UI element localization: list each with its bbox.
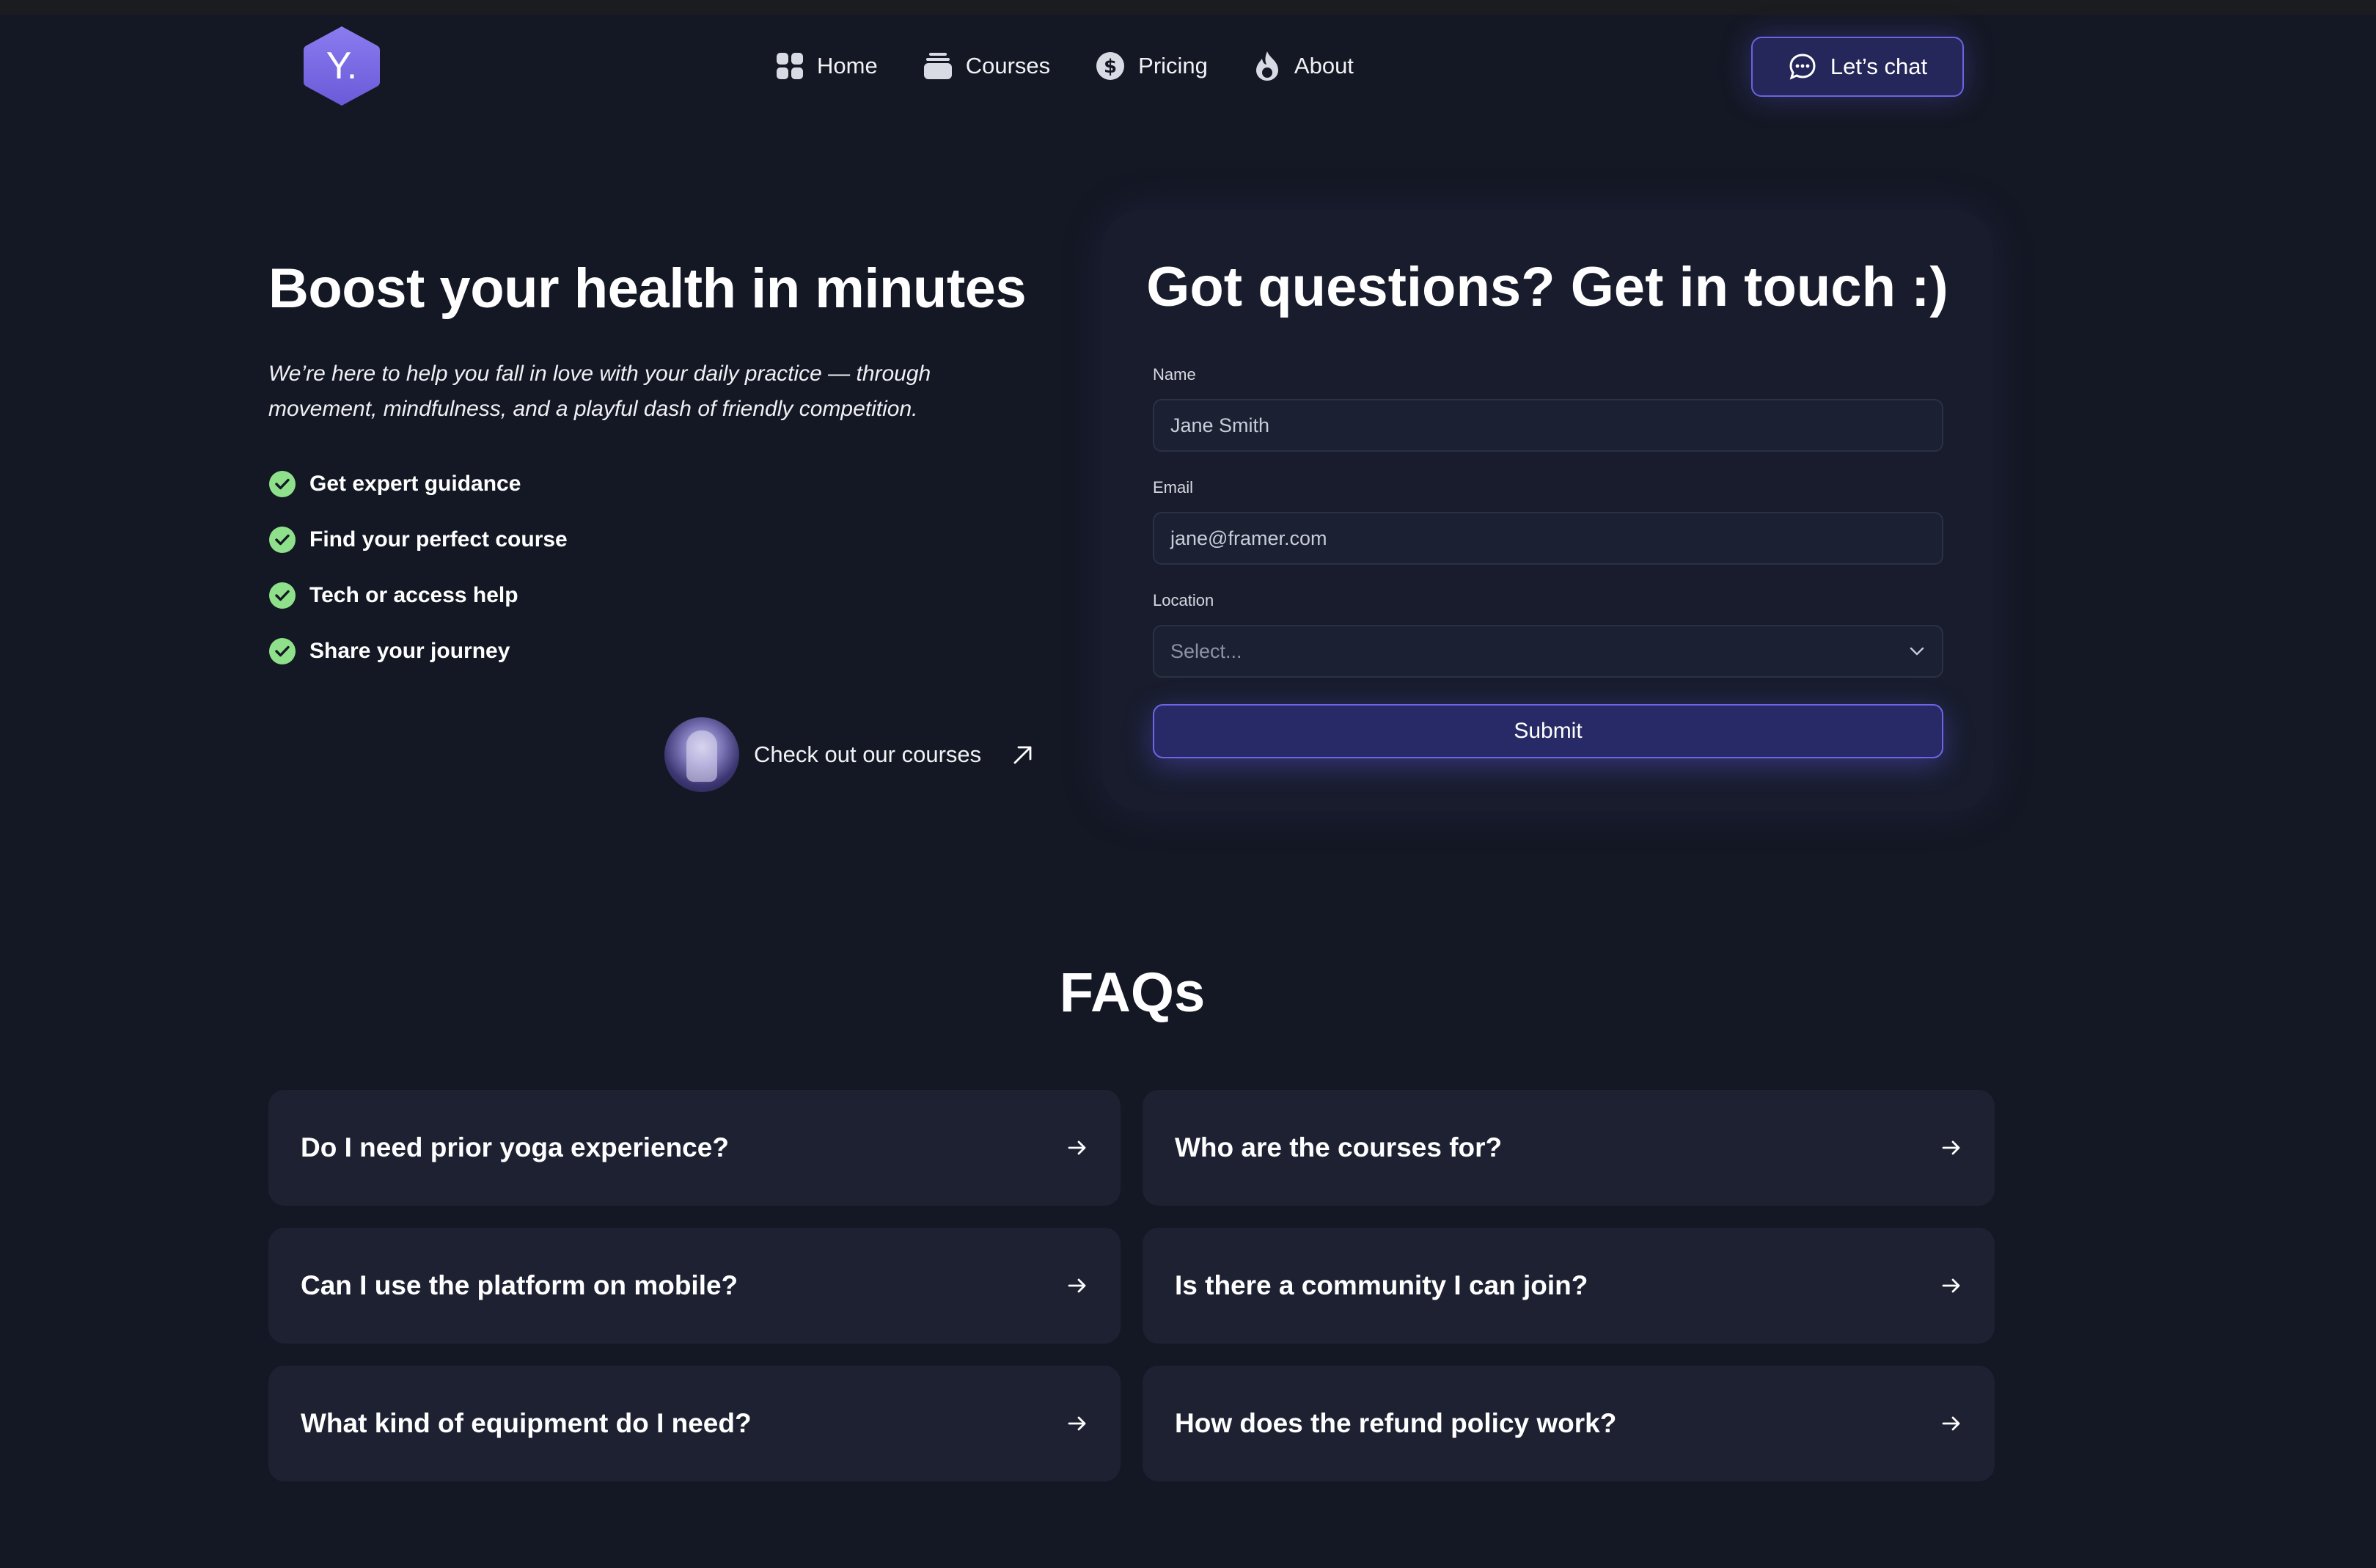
checklist-label: Tech or access help xyxy=(309,583,518,607)
hero-title: Boost your health in minutes xyxy=(268,257,1027,320)
checklist-label: Share your journey xyxy=(309,639,510,663)
contact-card: Got questions? Get in touch :) Name Jane… xyxy=(1101,210,1993,811)
check-circle-icon xyxy=(269,527,296,553)
arrow-right-icon xyxy=(1068,1278,1086,1293)
nav-label-courses: Courses xyxy=(965,53,1051,78)
faq-question: Who are the courses for? xyxy=(1175,1132,1503,1162)
faq-item[interactable]: What kind of equipment do I need? xyxy=(268,1366,1121,1481)
faq-item[interactable]: Who are the courses for? xyxy=(1143,1090,1995,1206)
faq-question: What kind of equipment do I need? xyxy=(301,1408,752,1438)
list-item: Get expert guidance xyxy=(268,456,568,512)
name-label: Name xyxy=(1153,365,1196,384)
name-value: Jane Smith xyxy=(1170,414,1270,436)
nav-item-home[interactable]: Home xyxy=(776,52,878,80)
window-top-strip xyxy=(0,0,2376,15)
arrow-right-icon xyxy=(1068,1416,1086,1431)
arrow-right-icon xyxy=(1942,1278,1960,1293)
dollar-icon: $ xyxy=(1096,52,1125,80)
nav-label-about: About xyxy=(1294,53,1354,78)
courses-link-label: Check out our courses xyxy=(754,741,982,767)
arrow-right-icon xyxy=(1068,1140,1086,1155)
svg-text:$: $ xyxy=(1104,56,1117,78)
nav-label-pricing: Pricing xyxy=(1138,53,1208,78)
chevron-down-icon xyxy=(1910,647,1924,656)
faq-question: Is there a community I can join? xyxy=(1175,1270,1588,1300)
submit-button[interactable]: Submit xyxy=(1153,704,1943,758)
faq-item[interactable]: How does the refund policy work? xyxy=(1143,1366,1995,1481)
feature-checklist: Get expert guidance Find your perfect co… xyxy=(268,456,568,679)
contact-title: Got questions? Get in touch :) xyxy=(1146,256,1948,318)
stack-icon xyxy=(923,53,952,79)
avatar xyxy=(664,717,739,792)
arrow-right-icon xyxy=(1942,1140,1960,1155)
lets-chat-label: Let’s chat xyxy=(1830,54,1928,79)
faq-question: Do I need prior yoga experience? xyxy=(301,1132,729,1162)
checklist-label: Find your perfect course xyxy=(309,527,568,552)
lets-chat-button[interactable]: Let’s chat xyxy=(1751,37,1964,97)
email-field[interactable]: jane@framer.com xyxy=(1153,512,1943,565)
nav-item-pricing[interactable]: $ Pricing xyxy=(1096,51,1208,81)
nav-item-courses[interactable]: Courses xyxy=(923,52,1050,80)
name-field[interactable]: Jane Smith xyxy=(1153,399,1943,452)
faq-item[interactable]: Is there a community I can join? xyxy=(1143,1228,1995,1344)
location-select[interactable]: Select... xyxy=(1153,625,1943,678)
faq-question: How does the refund policy work? xyxy=(1175,1408,1617,1438)
main-nav: Home Courses $ Pricing About xyxy=(776,44,1354,88)
faq-title: FAQs xyxy=(1059,961,1206,1024)
faq-item[interactable]: Do I need prior yoga experience? xyxy=(268,1090,1121,1206)
list-item: Tech or access help xyxy=(268,568,568,623)
check-circle-icon xyxy=(269,582,296,609)
email-label: Email xyxy=(1153,478,1194,497)
check-out-courses-link[interactable]: Check out our courses xyxy=(664,717,1035,792)
nav-label-home: Home xyxy=(817,53,878,78)
email-value: jane@framer.com xyxy=(1170,527,1327,549)
checklist-label: Get expert guidance xyxy=(309,472,521,496)
location-placeholder: Select... xyxy=(1170,640,1242,662)
arrow-up-right-icon xyxy=(1013,746,1032,764)
flame-icon xyxy=(1255,51,1278,81)
list-item: Find your perfect course xyxy=(268,512,568,568)
chat-bubble-icon xyxy=(1789,54,1816,80)
faq-item[interactable]: Can I use the platform on mobile? xyxy=(268,1228,1121,1344)
check-circle-icon xyxy=(269,638,296,664)
grid-icon xyxy=(777,53,803,79)
list-item: Share your journey xyxy=(268,623,568,679)
arrow-right-icon xyxy=(1942,1416,1960,1431)
check-circle-icon xyxy=(269,471,296,497)
faq-question: Can I use the platform on mobile? xyxy=(301,1270,738,1300)
hero-subtitle: We’re here to help you fall in love with… xyxy=(268,362,931,421)
logo[interactable]: Y. xyxy=(301,23,383,109)
submit-label: Submit xyxy=(1514,719,1583,743)
location-label: Location xyxy=(1153,591,1214,609)
logo-text: Y. xyxy=(326,45,358,87)
nav-item-about[interactable]: About xyxy=(1253,51,1354,81)
